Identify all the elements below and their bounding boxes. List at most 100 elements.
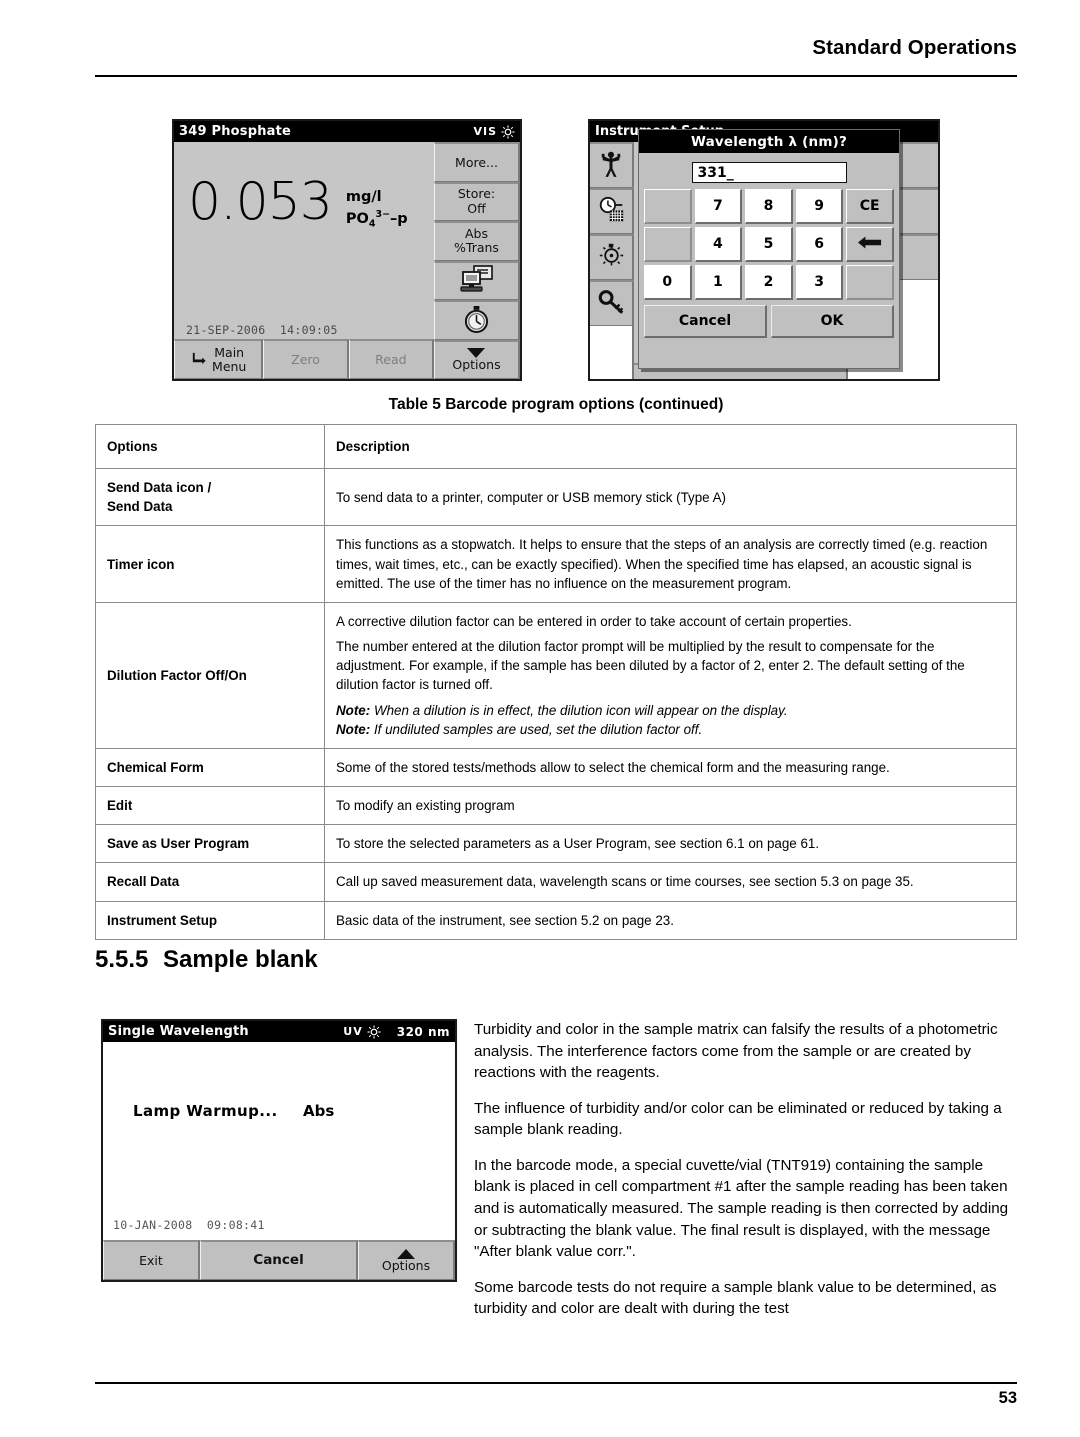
single-wavelength-title: Single Wavelength — [108, 1024, 249, 1039]
screenshot-single-wavelength: Single Wavelength UV 320 nm Lamp Warmup.… — [101, 1019, 457, 1282]
keypad-key-3[interactable]: 3 — [795, 265, 844, 300]
single-wavelength-bottom-toolbar: Exit Cancel Options — [103, 1240, 455, 1280]
table-row: Timer icon This functions as a stopwatch… — [95, 525, 1017, 603]
measurement-main-area: 0.053 mg/l PO43−–p 21-SEP-2006 14:09:05 — [174, 142, 434, 379]
timer-button[interactable] — [434, 300, 520, 340]
measurement-mode-label: VIS — [473, 125, 497, 138]
section-title: Sample blank — [163, 946, 318, 973]
table-row: Edit To modify an existing program — [95, 786, 1017, 826]
measurement-program-title: 349 Phosphate — [179, 124, 292, 139]
keypad-key-9[interactable]: 9 — [795, 189, 844, 224]
store-line1: Store: — [457, 186, 496, 202]
table-row: Recall Data Call up saved measurement da… — [95, 862, 1017, 902]
keypad-key-5[interactable]: 5 — [745, 227, 793, 262]
desc-text: Call up saved measurement data, waveleng… — [336, 874, 914, 890]
exit-button[interactable]: Exit — [103, 1240, 200, 1280]
column-header-options: Options — [95, 423, 325, 470]
keypad-key-2[interactable]: 2 — [745, 265, 793, 300]
section-heading: 5.5.5 Sample blank — [95, 946, 318, 974]
measurement-side-toolbar: More... Store: Off Abs %Trans Options — [434, 142, 520, 379]
desc-text: The number entered at the dilution facto… — [336, 639, 965, 693]
lamp-warmup-message: Lamp Warmup... — [133, 1102, 278, 1120]
operator-id-button[interactable] — [590, 142, 634, 188]
note-label: Note: — [336, 702, 371, 718]
desc-text: To send data to a printer, computer or U… — [336, 489, 726, 505]
table-caption: Table 5 Barcode program options (continu… — [388, 396, 724, 413]
table-header-row: Options Description — [95, 423, 1017, 470]
read-button[interactable]: Read — [348, 339, 434, 379]
back-arrow-icon — [190, 350, 207, 369]
row-option-recall-data: Recall Data — [95, 862, 325, 902]
send-data-button[interactable] — [434, 260, 520, 300]
more-button[interactable]: More... — [434, 142, 520, 182]
measurement-units: mg/l PO43−–p — [346, 187, 408, 232]
row-option-instrument-setup: Instrument Setup — [95, 900, 325, 940]
table-row: Save as User Program To store the select… — [95, 824, 1017, 864]
keypad-key-0[interactable]: 0 — [644, 265, 692, 300]
desc-text: Some of the stored tests/methods allow t… — [336, 759, 890, 775]
screenshot-instrument-setup: Instrument Setup — [588, 119, 940, 381]
password-key-icon — [598, 289, 625, 319]
send-data-line1: Send Data icon / — [107, 480, 212, 496]
keypad-key-1[interactable]: 1 — [694, 265, 743, 300]
measurement-titlebar: 349 Phosphate VIS — [174, 121, 520, 142]
keypad-key-6[interactable]: 6 — [795, 227, 844, 262]
keypad-key-backspace[interactable] — [846, 227, 894, 262]
options-button[interactable]: Options — [434, 339, 520, 379]
keypad-key-4[interactable]: 4 — [694, 227, 743, 262]
header-divider — [95, 75, 1017, 77]
abs-percent-trans-button[interactable]: Abs %Trans — [434, 221, 520, 261]
note-2: Note: If undiluted samples are used, set… — [336, 720, 1007, 739]
footer-divider — [95, 1382, 1017, 1384]
row-description-recall-data: Call up saved measurement data, waveleng… — [324, 862, 1017, 902]
lamp-icon — [598, 242, 625, 273]
keypad-key-8[interactable]: 8 — [745, 189, 793, 224]
store-line2: Off — [467, 200, 486, 216]
page-header-title: Standard Operations — [812, 36, 1017, 59]
row-option-save-as-user-program: Save as User Program — [95, 824, 325, 864]
ok-button[interactable]: OK — [771, 305, 894, 338]
row-description-timer: This functions as a stopwatch. It helps … — [324, 525, 1017, 603]
barcode-program-options-table: Options Description Send Data icon / Sen… — [95, 423, 1017, 940]
body-paragraph-4: Some barcode tests do not require a samp… — [474, 1278, 997, 1318]
options-button[interactable]: Options — [358, 1240, 455, 1280]
note-text: When a dilution is in effect, the diluti… — [370, 702, 788, 718]
wavelength-input[interactable]: 331_ — [691, 162, 847, 183]
cancel-button[interactable]: Cancel — [199, 1240, 359, 1280]
row-option-edit: Edit — [95, 786, 325, 826]
password-button[interactable] — [590, 280, 634, 326]
measurement-timestamp: 21-SEP-2006 14:09:05 — [186, 323, 338, 337]
single-wavelength-timestamp: 10-JAN-2008 09:08:41 — [113, 1218, 265, 1232]
date-time-button[interactable] — [590, 188, 634, 234]
body-paragraph-3: In the barcode mode, a special cuvette/v… — [474, 1156, 1009, 1261]
main-menu-line2: Menu — [212, 358, 247, 374]
body-paragraph-2: The influence of turbidity and/or color … — [474, 1099, 1002, 1139]
table-row: Dilution Factor Off/On A corrective dilu… — [95, 601, 1017, 749]
cancel-button[interactable]: Cancel — [644, 305, 767, 338]
single-wavelength-value: 320 nm — [396, 1024, 450, 1039]
row-option-dilution-factor: Dilution Factor Off/On — [95, 601, 325, 749]
setup-icon-column-filler — [590, 326, 634, 379]
zero-button[interactable]: Zero — [263, 339, 349, 379]
single-wavelength-body: Lamp Warmup... Abs 10-JAN-2008 09:08:41 … — [103, 1042, 455, 1280]
measurement-result: 0.053 mg/l PO43−–p — [188, 176, 408, 232]
table-row: Chemical Form Some of the stored tests/m… — [95, 747, 1017, 788]
row-option-chemical-form: Chemical Form — [95, 747, 325, 788]
options-label: Options — [381, 1257, 431, 1273]
main-menu-button[interactable]: Main Menu — [174, 339, 264, 379]
note-text: If undiluted samples are used, set the d… — [370, 721, 703, 737]
row-description-instrument-setup: Basic data of the instrument, see sectio… — [324, 900, 1017, 940]
operator-id-icon — [599, 150, 623, 182]
row-description-chemical-form: Some of the stored tests/methods allow t… — [324, 747, 1017, 788]
desc-text: Basic data of the instrument, see sectio… — [336, 912, 674, 928]
date-time-icon — [598, 196, 625, 227]
timer-icon — [463, 305, 490, 336]
setup-icon-column — [590, 142, 634, 379]
single-wavelength-titlebar: Single Wavelength UV 320 nm — [103, 1021, 455, 1042]
note-label: Note: — [336, 721, 371, 737]
keypad-key-ce[interactable]: CE — [846, 189, 894, 224]
body-paragraph-1: Turbidity and color in the sample matrix… — [474, 1021, 998, 1082]
store-button[interactable]: Store: Off — [434, 181, 520, 221]
keypad-key-7[interactable]: 7 — [694, 189, 743, 224]
lamp-button[interactable] — [590, 234, 634, 280]
